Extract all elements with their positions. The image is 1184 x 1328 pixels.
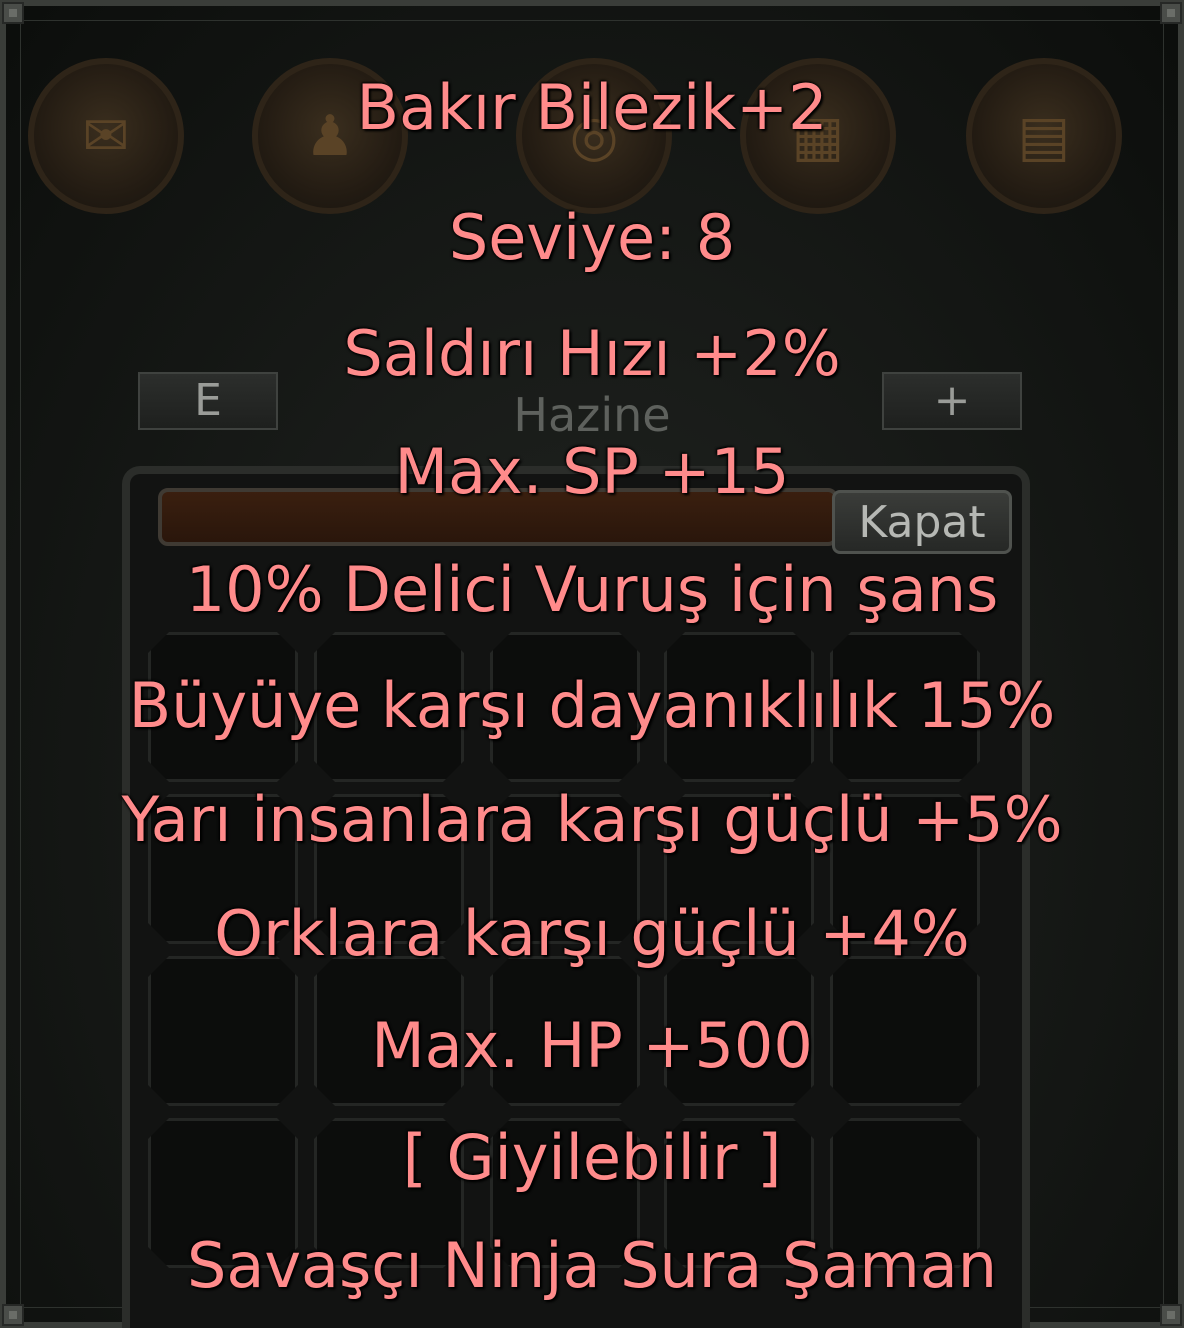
attribute-line: Max. HP +500	[371, 1009, 813, 1082]
attribute-line: 10% Delici Vuruş için şans	[185, 553, 999, 626]
class-list: Savaşçı Ninja Sura Şaman	[186, 1229, 998, 1302]
attribute-line: Orklara karşı güçlü +4%	[214, 897, 970, 970]
attribute-line: Max. SP +15	[394, 435, 790, 508]
attribute-line: Saldırı Hızı +2%	[343, 317, 841, 390]
attribute-line: Büyüye karşı dayanıklılık 15%	[128, 669, 1056, 742]
item-name: Bakır Bilezik+2	[356, 71, 828, 144]
item-level: Seviye: 8	[448, 201, 736, 274]
wearable-label: [ Giyilebilir ]	[402, 1121, 782, 1194]
item-tooltip: Bakır Bilezik+2 Seviye: 8 Saldırı Hızı +…	[0, 0, 1184, 1328]
attribute-line: Yarı insanlara karşı güçlü +5%	[121, 783, 1063, 856]
